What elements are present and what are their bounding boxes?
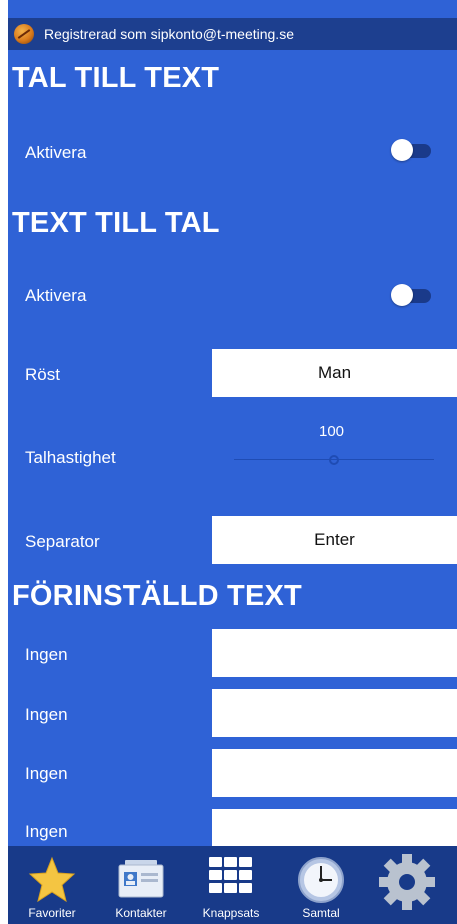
preset-label: Ingen	[25, 705, 68, 724]
speech-speed-slider-thumb[interactable]	[329, 455, 339, 465]
clock-icon	[298, 857, 344, 903]
toggle-thumb	[391, 139, 413, 161]
speech-speed-value: 100	[319, 423, 345, 440]
registration-status: Registrerad som sipkonto@t-meeting.se	[44, 26, 294, 42]
settings-screen: Registrerad som sipkonto@t-meeting.se TA…	[8, 0, 457, 924]
nav-label: Knappsats	[202, 906, 260, 920]
contacts-icon	[118, 860, 164, 898]
app-logo-icon	[14, 24, 34, 44]
keypad-icon	[209, 857, 252, 893]
section-title-forinstalld-text: FÖRINSTÄLLD TEXT	[12, 580, 302, 612]
text-till-tal-activate-label: Aktivera	[25, 286, 87, 305]
toggle-thumb	[391, 284, 413, 306]
separator-select[interactable]: Enter	[212, 516, 457, 564]
nav-favoriter[interactable]: Favoriter	[8, 846, 96, 924]
section-title-text-till-tal: TEXT TILL TAL	[12, 207, 220, 239]
preset-text-field[interactable]	[212, 629, 457, 677]
preset-text-field[interactable]	[212, 749, 457, 797]
section-title-tal-till-text: TAL TILL TEXT	[12, 62, 220, 94]
registration-bar: Registrerad som sipkonto@t-meeting.se	[8, 18, 457, 50]
nav-label: Samtal	[302, 906, 340, 920]
separator-label: Separator	[25, 532, 100, 551]
preset-label: Ingen	[25, 645, 68, 664]
text-till-tal-toggle[interactable]	[391, 284, 431, 306]
preset-label: Ingen	[25, 822, 68, 841]
nav-label: Kontakter	[115, 906, 167, 920]
star-icon	[28, 856, 76, 903]
preset-label: Ingen	[25, 764, 68, 783]
nav-label: Favoriter	[28, 906, 76, 920]
nav-settings[interactable]	[366, 846, 447, 924]
tal-till-text-activate-label: Aktivera	[25, 143, 87, 162]
tal-till-text-toggle[interactable]	[391, 139, 431, 161]
voice-label: Röst	[25, 365, 60, 384]
gear-icon	[378, 854, 435, 910]
bottom-navigation: Favoriter Kontakter Knappsats Samtal	[8, 846, 457, 924]
preset-text-field[interactable]	[212, 689, 457, 737]
voice-select[interactable]: Man	[212, 349, 457, 397]
nav-kontakter[interactable]: Kontakter	[96, 846, 186, 924]
nav-samtal[interactable]: Samtal	[276, 846, 366, 924]
speech-speed-label: Talhastighet	[25, 448, 116, 467]
nav-knappsats[interactable]: Knappsats	[186, 846, 276, 924]
